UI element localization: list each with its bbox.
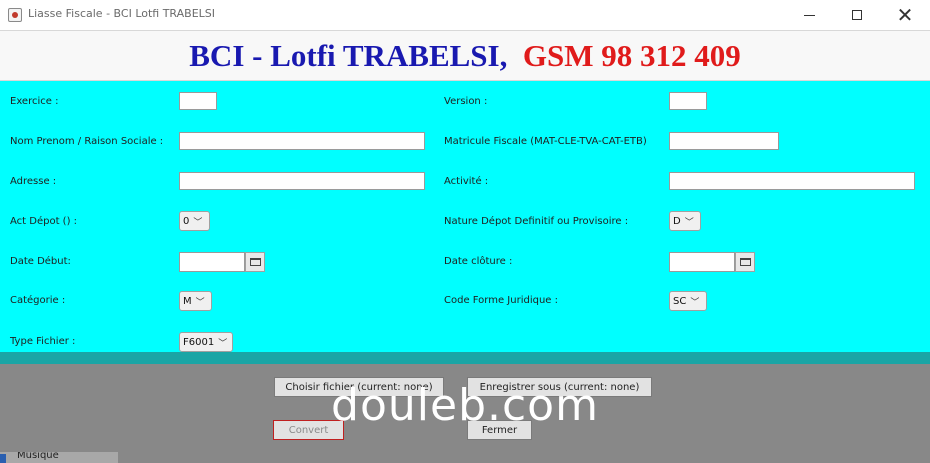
header-banner: BCI - Lotfi TRABELSI, GSM 98 312 409 bbox=[0, 30, 930, 81]
type-fichier-value: F6001 bbox=[183, 336, 215, 348]
date-cloture-label: Date clôture : bbox=[444, 256, 513, 267]
chevron-down-icon: ﹀ bbox=[684, 217, 694, 228]
header-title: BCI - Lotfi TRABELSI, GSM 98 312 409 bbox=[189, 38, 741, 74]
exercice-label: Exercice : bbox=[10, 96, 59, 107]
close-icon: ✕ bbox=[896, 3, 914, 27]
calendar-icon bbox=[249, 258, 261, 266]
categorie-select[interactable]: M ﹀ bbox=[179, 291, 212, 311]
type-fichier-label: Type Fichier : bbox=[10, 336, 76, 347]
activite-label: Activité : bbox=[444, 176, 489, 187]
code-forme-label: Code Forme Juridique : bbox=[444, 295, 558, 306]
header-phone: GSM 98 312 409 bbox=[522, 38, 741, 73]
header-name: BCI - Lotfi TRABELSI, bbox=[189, 38, 508, 73]
type-fichier-select[interactable]: F6001 ﹀ bbox=[179, 332, 233, 352]
chevron-down-icon: ﹀ bbox=[690, 297, 700, 308]
activite-input[interactable] bbox=[669, 172, 915, 190]
nature-depot-select[interactable]: D ﹀ bbox=[669, 211, 701, 231]
nom-input[interactable] bbox=[179, 132, 425, 150]
act-depot-label: Act Dépot () : bbox=[10, 216, 78, 227]
taskbar-item[interactable]: Musique bbox=[0, 452, 118, 463]
minimize-icon bbox=[803, 14, 815, 16]
close-window-button[interactable]: ✕ bbox=[882, 0, 928, 30]
matricule-input[interactable] bbox=[669, 132, 779, 150]
act-depot-value: 0 bbox=[183, 215, 190, 227]
adresse-input[interactable] bbox=[179, 172, 425, 190]
code-forme-select[interactable]: SC ﹀ bbox=[669, 291, 707, 311]
calendar-icon bbox=[739, 258, 751, 266]
matricule-label: Matricule Fiscale (MAT-CLE-TVA-CAT-ETB) bbox=[444, 136, 647, 147]
nature-depot-value: D bbox=[673, 215, 681, 227]
maximize-button[interactable] bbox=[834, 0, 880, 30]
folder-icon bbox=[0, 454, 6, 463]
date-debut-label: Date Début: bbox=[10, 256, 71, 267]
adresse-label: Adresse : bbox=[10, 176, 57, 187]
date-cloture-calendar-button[interactable] bbox=[735, 252, 755, 272]
act-depot-select[interactable]: 0 ﹀ bbox=[179, 211, 210, 231]
chevron-down-icon: ﹀ bbox=[218, 338, 228, 349]
window-title: Liasse Fiscale - BCI Lotfi TRABELSI bbox=[28, 7, 216, 20]
chevron-down-icon: ﹀ bbox=[195, 297, 205, 308]
maximize-icon bbox=[852, 10, 862, 20]
minimize-button[interactable] bbox=[786, 0, 832, 30]
separator-stripe bbox=[0, 352, 930, 364]
java-app-icon bbox=[8, 8, 22, 22]
exercice-input[interactable] bbox=[179, 92, 217, 110]
taskbar-item-label: Musique bbox=[17, 452, 59, 461]
categorie-label: Catégorie : bbox=[10, 295, 66, 306]
version-input[interactable] bbox=[669, 92, 707, 110]
nature-depot-label: Nature Dépot Definitif ou Provisoire : bbox=[444, 216, 629, 227]
chevron-down-icon: ﹀ bbox=[193, 217, 203, 228]
window-titlebar[interactable]: Liasse Fiscale - BCI Lotfi TRABELSI ✕ bbox=[0, 0, 930, 30]
version-label: Version : bbox=[444, 96, 488, 107]
nom-label: Nom Prenom / Raison Sociale : bbox=[10, 136, 164, 147]
categorie-value: M bbox=[183, 295, 192, 307]
code-forme-value: SC bbox=[673, 295, 687, 307]
date-cloture-input[interactable] bbox=[669, 252, 735, 272]
watermark: douleb.com bbox=[331, 380, 599, 431]
date-debut-input[interactable] bbox=[179, 252, 245, 272]
declaration-form: Exercice : Nom Prenom / Raison Sociale :… bbox=[0, 81, 930, 352]
date-debut-calendar-button[interactable] bbox=[245, 252, 265, 272]
